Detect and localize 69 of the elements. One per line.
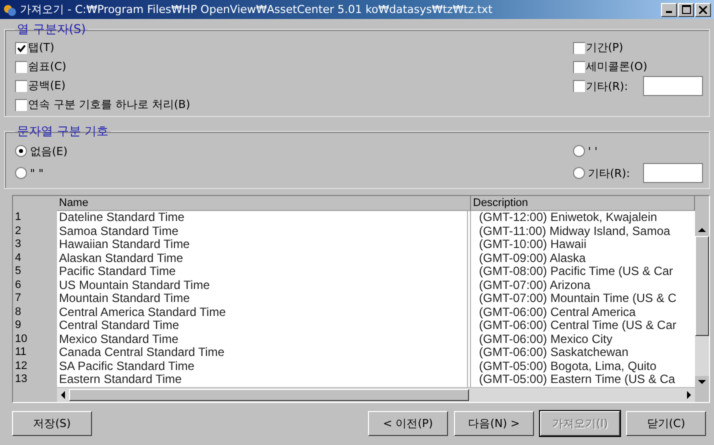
close-button[interactable] [695, 2, 711, 16]
radio-button[interactable] [15, 145, 27, 157]
maximize-icon [682, 5, 690, 14]
table-cell: (GMT-05:00) Eastern Time (US & Ca [471, 373, 695, 386]
checkbox[interactable] [573, 80, 585, 92]
table-cell: Samoa Standard Time [57, 224, 471, 238]
table-cell: Hawaiian Standard Time [57, 238, 471, 252]
table-cell: Eastern Standard Time [57, 373, 471, 386]
radio-button[interactable] [15, 167, 27, 179]
window-title: 가져오기 - C:₩Program Files₩HP OpenView₩AssetCenter 5.01 ko₩datasys₩tz₩tz.txt [20, 2, 492, 17]
table-cell: (GMT-06:00) Mexico City [471, 332, 695, 346]
checkbox[interactable] [573, 60, 585, 72]
group-legend: 열 구분자(S) [15, 21, 88, 38]
table-cell: Central America Standard Time [57, 306, 471, 319]
table-cell: Central Standard Time [57, 319, 471, 332]
input-field[interactable] [643, 163, 703, 183]
checkbox-option[interactable]: 연속 구분 기호를 하나로 처리(B) [15, 95, 190, 114]
scroll-thumb[interactable] [69, 389, 469, 401]
table-cell: (GMT-06:00) Central America [471, 306, 695, 319]
checkbox-option[interactable]: 세미콜론(O) [573, 57, 648, 76]
checkbox-option[interactable]: 기타(R): [573, 76, 628, 96]
checkbox[interactable] [15, 60, 27, 72]
radio-button[interactable] [573, 167, 585, 179]
radio-option[interactable]: 기타(R): [573, 162, 630, 184]
group-legend: 문자열 구분 기호 [15, 123, 111, 140]
radio-option[interactable]: ' ' [573, 140, 598, 162]
checkbox[interactable] [573, 42, 585, 54]
minimize-button[interactable] [661, 2, 677, 16]
checkbox[interactable] [15, 98, 27, 110]
checkbox[interactable] [15, 42, 27, 54]
close-icon [699, 6, 707, 14]
table-cell: (GMT-05:00) Bogota, Lima, Quito [471, 360, 695, 373]
scroll-thumb[interactable] [695, 236, 709, 336]
radio-option[interactable]: 없음(E) [15, 140, 68, 162]
input-field[interactable] [643, 76, 703, 96]
table-cell: Dateline Standard Time [57, 211, 471, 224]
table-cell: (GMT-08:00) Pacific Time (US & Car [471, 265, 695, 278]
checkbox-option[interactable]: 탭(T) [15, 38, 190, 57]
checkbox[interactable] [15, 80, 27, 92]
minimize-icon [666, 11, 672, 13]
table-cell: (GMT-07:00) Mountain Time (US & C [471, 292, 695, 306]
dialog-button[interactable]: 저장(S) [12, 411, 92, 436]
column-header[interactable]: Description [471, 196, 695, 211]
table-cell: (GMT-11:00) Midway Island, Samoa [471, 224, 695, 238]
maximize-button[interactable] [678, 2, 694, 16]
table-cell: US Mountain Standard Time [57, 278, 471, 292]
table-cell: (GMT-10:00) Hawaii [471, 238, 695, 252]
radio-button[interactable] [573, 145, 585, 157]
table-cell: (GMT-07:00) Arizona [471, 278, 695, 292]
radio-option[interactable]: " " [15, 162, 68, 184]
table-cell: (GMT-09:00) Alaska [471, 252, 695, 265]
table-cell: (GMT-06:00) Central Time (US & Car [471, 319, 695, 332]
table-cell: Alaskan Standard Time [57, 252, 471, 265]
app-icon [3, 2, 17, 16]
checkbox-option[interactable]: 쉼표(C) [15, 57, 190, 76]
table-cell: Mountain Standard Time [57, 292, 471, 306]
table-cell: Canada Central Standard Time [57, 346, 471, 360]
table-cell: Pacific Standard Time [57, 265, 471, 278]
dialog-button[interactable]: 다음(N) > [454, 411, 534, 436]
table-cell: (GMT-12:00) Eniwetok, Kwajalein [471, 211, 695, 224]
table-cell: (GMT-06:00) Saskatchewan [471, 346, 695, 360]
table-cell: SA Pacific Standard Time [57, 360, 471, 373]
checkbox-option[interactable]: 기간(P) [573, 38, 624, 57]
column-header[interactable]: Name [57, 196, 471, 211]
dialog-button[interactable]: 닫기(C) [626, 411, 706, 436]
horizontal-scrollbar[interactable] [57, 388, 695, 402]
table-cell: Mexico Standard Time [57, 332, 471, 346]
dialog-button[interactable]: < 이전(P) [368, 411, 448, 436]
checkbox-option[interactable]: 공백(E) [15, 76, 190, 95]
